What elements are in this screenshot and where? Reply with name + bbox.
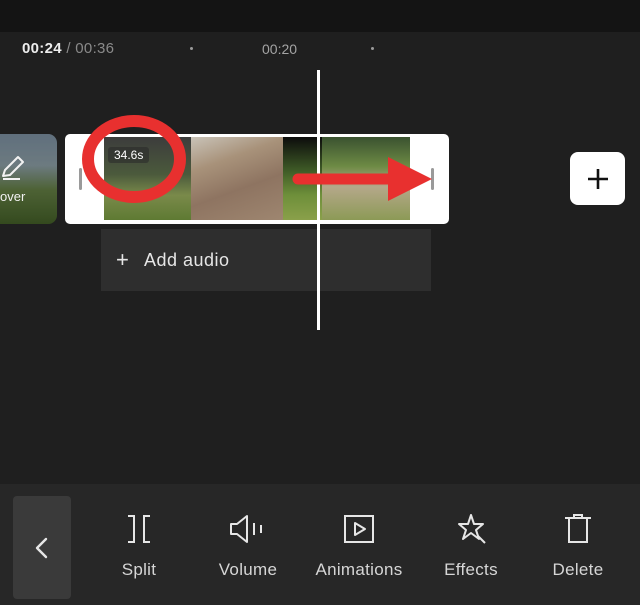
add-clip-button[interactable] <box>570 152 625 205</box>
total-time: / 00:36 <box>66 40 115 57</box>
effects-icon <box>458 514 486 544</box>
split-button[interactable]: Split <box>89 512 189 582</box>
volume-button[interactable]: Volume <box>198 512 298 582</box>
add-audio-button[interactable]: + Add audio <box>101 229 431 291</box>
playhead[interactable] <box>317 70 320 330</box>
timecode: 00:24 / 00:36 <box>22 40 114 57</box>
ruler-tick <box>371 47 374 50</box>
clip-frames <box>104 137 410 220</box>
current-time: 00:24 <box>22 40 62 57</box>
plus-icon <box>587 168 608 189</box>
split-icon <box>128 515 150 543</box>
trim-handle-right[interactable] <box>431 168 434 190</box>
bottom-toolbar: Split Volume Animations Effects Delete <box>0 484 640 605</box>
cover-label: over <box>0 189 26 204</box>
animations-icon <box>344 515 374 543</box>
plus-icon: + <box>116 247 129 272</box>
clip-duration-badge: 34.6s <box>108 147 150 163</box>
clip-frame <box>191 137 283 220</box>
ruler-time-label: 00:20 <box>262 41 298 57</box>
volume-icon <box>230 515 262 543</box>
trash-icon <box>565 514 591 543</box>
ruler-tick <box>190 47 193 50</box>
animations-label: Animations <box>315 560 403 579</box>
animations-button[interactable]: Animations <box>309 512 409 582</box>
chevron-left-icon <box>35 537 48 559</box>
split-label: Split <box>121 560 157 579</box>
top-bar <box>0 0 640 32</box>
delete-label: Delete <box>552 560 604 579</box>
cover-thumbnail[interactable]: over <box>0 134 57 224</box>
effects-label: Effects <box>444 560 498 579</box>
effects-button[interactable]: Effects <box>421 512 521 582</box>
delete-button[interactable]: Delete <box>528 512 628 582</box>
add-audio-label: Add audio <box>144 249 230 270</box>
clip-frame <box>322 137 410 220</box>
volume-label: Volume <box>218 560 278 579</box>
back-button[interactable] <box>13 496 71 599</box>
pencil-icon <box>2 156 24 180</box>
trim-handle-left[interactable] <box>79 168 82 190</box>
